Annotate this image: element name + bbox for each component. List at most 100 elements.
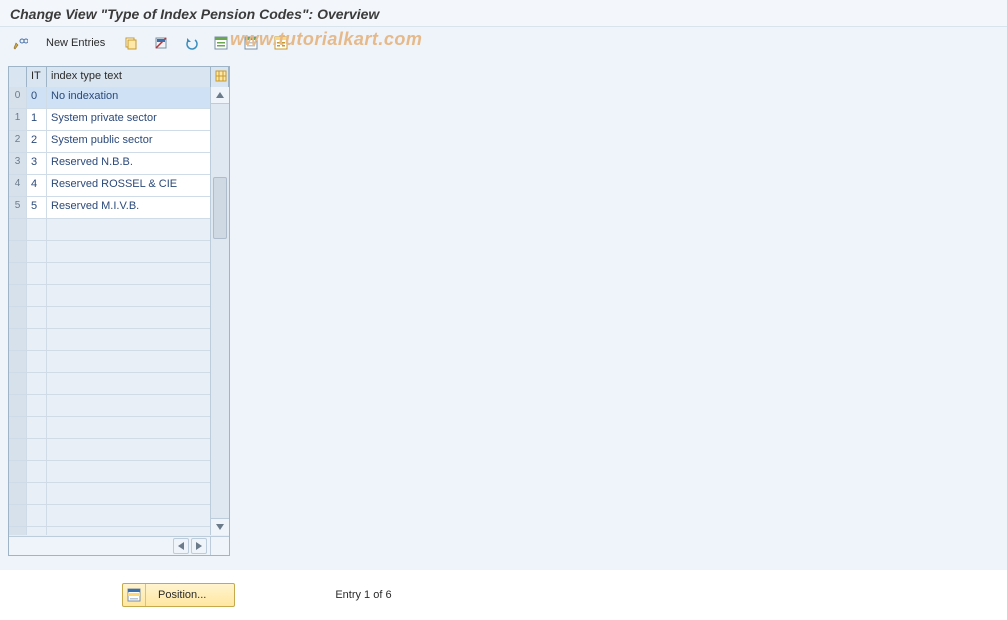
cell-it[interactable]: 5 (27, 197, 47, 218)
row-selector[interactable] (9, 285, 27, 306)
cell-index-type-text[interactable] (47, 483, 211, 504)
cell-it[interactable] (27, 285, 47, 306)
table-settings-button[interactable] (211, 67, 229, 88)
scroll-up-button[interactable] (211, 87, 229, 104)
cell-it[interactable] (27, 351, 47, 372)
cell-it[interactable] (27, 263, 47, 284)
table-row[interactable]: 00No indexation (9, 87, 211, 109)
cell-it[interactable]: 0 (27, 87, 47, 108)
cell-index-type-text[interactable] (47, 307, 211, 328)
row-selector[interactable] (9, 241, 27, 262)
row-selector[interactable] (9, 505, 27, 526)
table-row[interactable]: 22System public sector (9, 131, 211, 153)
cell-index-type-text[interactable] (47, 329, 211, 350)
cell-index-type-text[interactable] (47, 285, 211, 306)
cell-it[interactable] (27, 395, 47, 416)
table-header-selector[interactable] (9, 67, 27, 88)
cell-index-type-text[interactable] (47, 241, 211, 262)
row-selector[interactable] (9, 351, 27, 372)
table-row-empty[interactable] (9, 417, 211, 439)
cell-it[interactable] (27, 307, 47, 328)
scroll-left-button[interactable] (173, 538, 189, 554)
table-row-empty[interactable] (9, 395, 211, 417)
delete-button[interactable] (149, 31, 173, 55)
copy-button[interactable] (119, 31, 143, 55)
row-selector[interactable]: 5 (9, 197, 27, 218)
table-row-empty[interactable] (9, 241, 211, 263)
cell-it[interactable]: 3 (27, 153, 47, 174)
cell-it[interactable] (27, 461, 47, 482)
position-button[interactable]: Position... (122, 583, 235, 607)
cell-it[interactable] (27, 483, 47, 504)
row-selector[interactable]: 0 (9, 87, 27, 108)
table-row-empty[interactable] (9, 373, 211, 395)
table-row-empty[interactable] (9, 461, 211, 483)
print-button[interactable] (269, 31, 293, 55)
cell-it[interactable]: 2 (27, 131, 47, 152)
row-selector[interactable]: 4 (9, 175, 27, 196)
row-selector[interactable]: 3 (9, 153, 27, 174)
table-header-text[interactable]: index type text (47, 67, 211, 88)
row-selector[interactable] (9, 483, 27, 504)
vertical-scrollbar[interactable] (210, 87, 229, 535)
scroll-down-button[interactable] (211, 518, 229, 535)
toggle-display-change-button[interactable] (8, 31, 32, 55)
row-selector[interactable] (9, 527, 27, 535)
scroll-right-button[interactable] (191, 538, 207, 554)
undo-button[interactable] (179, 31, 203, 55)
cell-index-type-text[interactable]: Reserved M.I.V.B. (47, 197, 211, 218)
table-row-empty[interactable] (9, 329, 211, 351)
row-selector[interactable] (9, 307, 27, 328)
new-entries-button[interactable]: New Entries (38, 32, 113, 54)
table-row-empty[interactable] (9, 263, 211, 285)
cell-it[interactable] (27, 373, 47, 394)
cell-it[interactable] (27, 439, 47, 460)
scroll-thumb[interactable] (213, 177, 227, 239)
row-selector[interactable] (9, 439, 27, 460)
horizontal-scrollbar[interactable] (9, 536, 211, 555)
row-selector[interactable] (9, 395, 27, 416)
cell-index-type-text[interactable] (47, 527, 211, 535)
cell-it[interactable]: 4 (27, 175, 47, 196)
row-selector[interactable] (9, 417, 27, 438)
table-row-empty[interactable] (9, 483, 211, 505)
row-selector[interactable] (9, 329, 27, 350)
table-row[interactable]: 55Reserved M.I.V.B. (9, 197, 211, 219)
cell-index-type-text[interactable]: Reserved ROSSEL & CIE (47, 175, 211, 196)
cell-index-type-text[interactable] (47, 373, 211, 394)
cell-index-type-text[interactable] (47, 505, 211, 526)
cell-index-type-text[interactable] (47, 461, 211, 482)
cell-index-type-text[interactable] (47, 417, 211, 438)
cell-it[interactable] (27, 329, 47, 350)
cell-it[interactable] (27, 219, 47, 240)
cell-it[interactable] (27, 241, 47, 262)
table-row-empty[interactable] (9, 351, 211, 373)
table-row[interactable]: 44Reserved ROSSEL & CIE (9, 175, 211, 197)
cell-index-type-text[interactable]: System public sector (47, 131, 211, 152)
cell-it[interactable]: 1 (27, 109, 47, 130)
table-row[interactable]: 11System private sector (9, 109, 211, 131)
row-selector[interactable] (9, 219, 27, 240)
row-selector[interactable]: 2 (9, 131, 27, 152)
select-all-button[interactable] (209, 31, 233, 55)
row-selector[interactable]: 1 (9, 109, 27, 130)
table-row-empty[interactable] (9, 439, 211, 461)
table-row[interactable]: 33Reserved N.B.B. (9, 153, 211, 175)
cell-index-type-text[interactable]: Reserved N.B.B. (47, 153, 211, 174)
cell-index-type-text[interactable]: No indexation (47, 87, 211, 108)
row-selector[interactable] (9, 461, 27, 482)
table-header-it[interactable]: IT (27, 67, 47, 88)
table-row-empty[interactable] (9, 527, 211, 535)
cell-index-type-text[interactable] (47, 351, 211, 372)
cell-index-type-text[interactable] (47, 395, 211, 416)
table-row-empty[interactable] (9, 505, 211, 527)
deselect-all-button[interactable] (239, 31, 263, 55)
cell-index-type-text[interactable] (47, 263, 211, 284)
cell-index-type-text[interactable]: System private sector (47, 109, 211, 130)
cell-it[interactable] (27, 505, 47, 526)
row-selector[interactable] (9, 373, 27, 394)
cell-index-type-text[interactable] (47, 219, 211, 240)
cell-it[interactable] (27, 417, 47, 438)
cell-it[interactable] (27, 527, 47, 535)
table-row-empty[interactable] (9, 219, 211, 241)
